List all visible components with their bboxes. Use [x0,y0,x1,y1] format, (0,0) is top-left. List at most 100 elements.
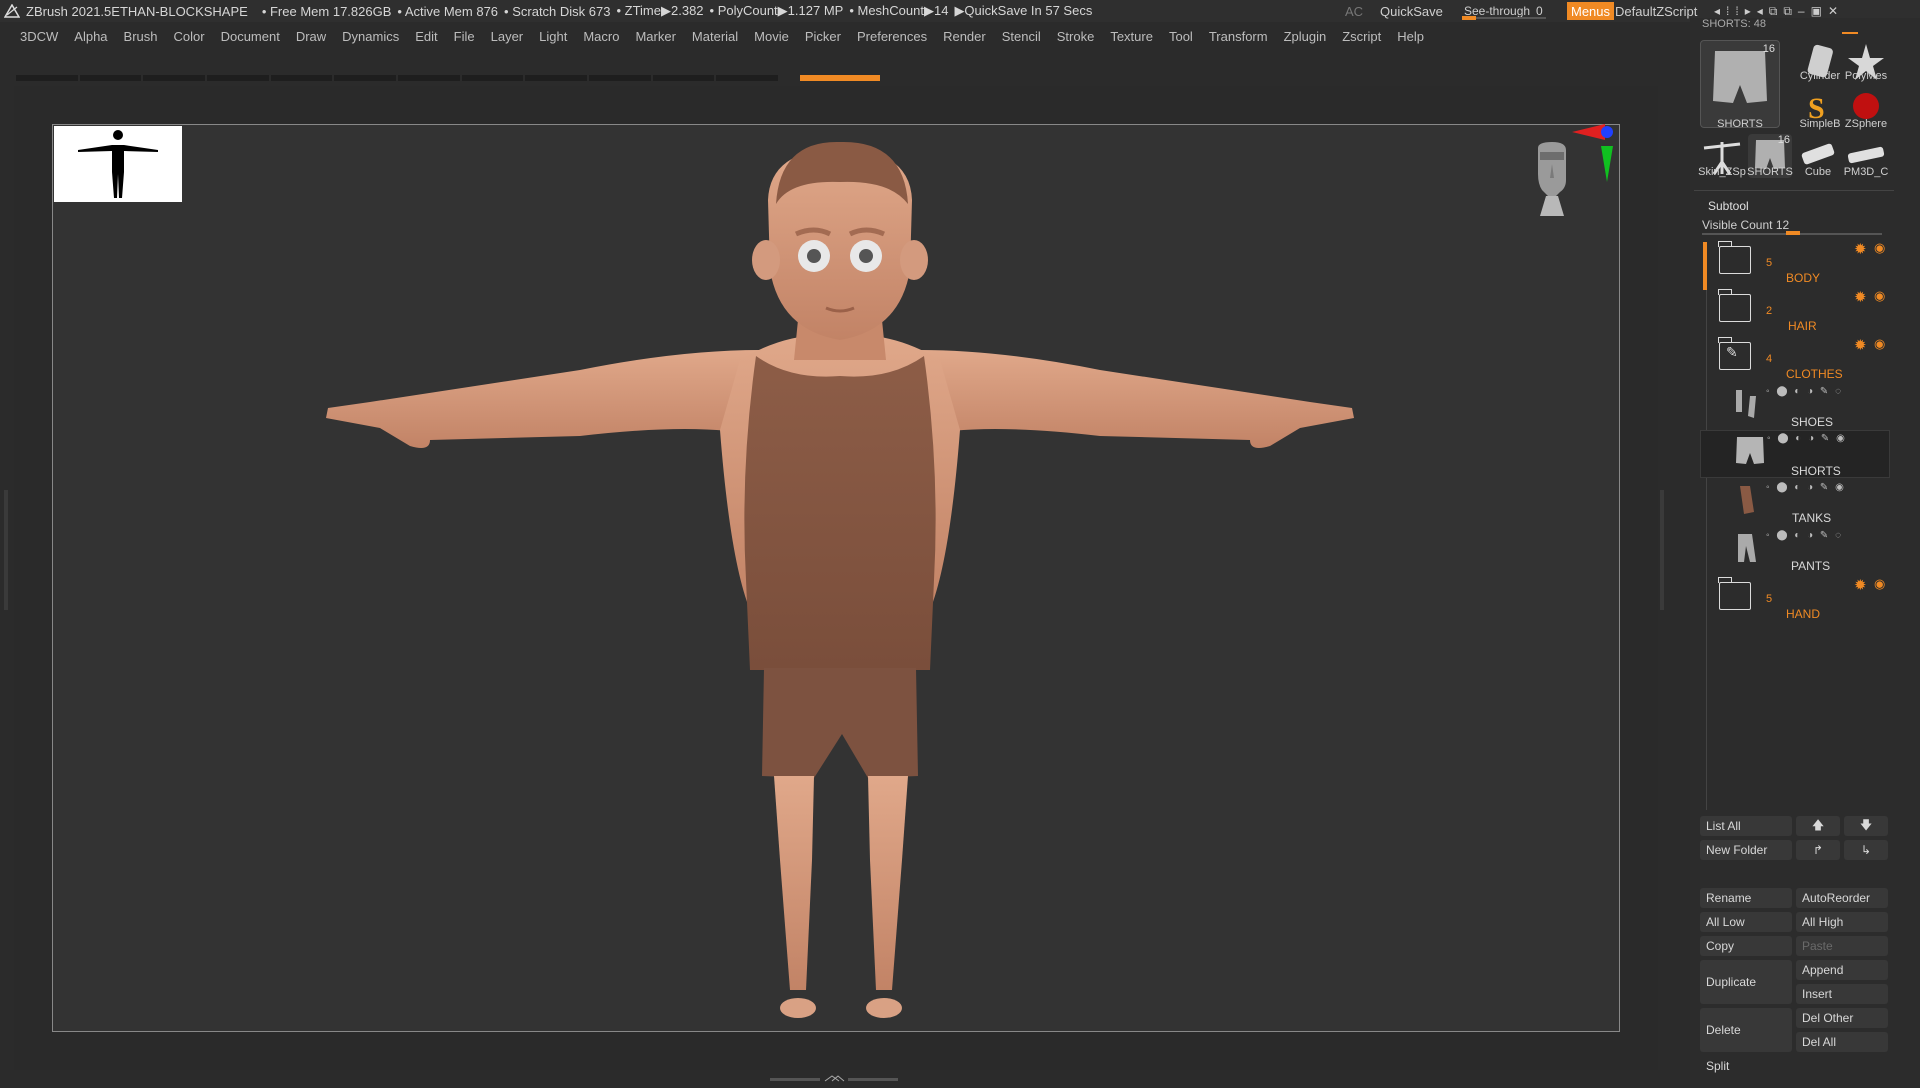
append-button[interactable]: Append [1796,960,1888,980]
subtool-row-shoes[interactable]: ◦ ⬤ ◐ ◑ ✎ ◌ SHOES [1700,384,1890,430]
new-folder-button[interactable]: New Folder [1700,840,1792,860]
active-shelf-tab[interactable] [800,75,881,81]
maximize-icon[interactable]: ▣ [1811,4,1828,18]
close-icon[interactable]: ✕ [1828,4,1844,18]
top-shelf [16,75,1072,81]
visible-count-knob[interactable] [1786,231,1800,235]
menu-light[interactable]: Light [531,29,575,44]
copy-window-icon[interactable]: ⧉ [1769,4,1784,19]
subtool-row-tanks[interactable]: ◦ ⬤ ◐ ◑ ✎ ◉ TANKS [1700,480,1890,526]
duplicate-button[interactable]: Duplicate [1700,960,1792,1004]
gear-icon[interactable]: ✹ [1854,336,1867,354]
subtool-row-clothes[interactable]: ✎ 4 CLOTHES ✹ ◉ [1700,336,1890,382]
all-high-button[interactable]: All High [1796,912,1888,932]
paste-button[interactable]: Paste [1796,936,1888,956]
eye-icon[interactable]: ◉ [1874,336,1885,352]
menu-preferences[interactable]: Preferences [849,29,935,44]
menu-texture[interactable]: Texture [1102,29,1161,44]
menu-color[interactable]: Color [166,29,213,44]
visible-count[interactable]: Visible Count 12 [1702,218,1789,232]
copy-button[interactable]: Copy [1700,936,1792,956]
move-down-button[interactable]: 🡇 [1844,816,1888,836]
bottom-tray-handle[interactable] [770,1070,900,1082]
menu-marker[interactable]: Marker [627,29,683,44]
subtool-option-icons[interactable]: ◦ ⬤ ◐ ◑ ✎ ◌ [1766,386,1843,397]
restore-icon[interactable]: ⧉ [1783,4,1798,19]
eye-icon[interactable]: ◉ [1874,240,1885,256]
menu-material[interactable]: Material [684,29,746,44]
menu-3dcw[interactable]: 3DCW [0,29,66,44]
layout-next-icon[interactable]: ⁞▸ [1735,4,1756,18]
del-other-button[interactable]: Del Other [1796,1008,1888,1028]
menu-transform[interactable]: Transform [1201,29,1276,44]
move-out-folder-button[interactable]: ↳ [1844,840,1888,860]
menus-toggle[interactable]: Menus [1567,2,1615,20]
eye-icon[interactable]: ◉ [1874,288,1885,304]
minimize-icon[interactable]: – [1798,4,1811,18]
subtool-row-body[interactable]: 5 BODY ✹ ◉ [1700,240,1890,286]
menu-macro[interactable]: Macro [575,29,627,44]
menu-document[interactable]: Document [213,29,288,44]
eye-icon[interactable]: ◉ [1874,576,1885,592]
menu-tool[interactable]: Tool [1161,29,1201,44]
subtool-row-pants[interactable]: ◦ ⬤ ◐ ◑ ✎ ◌ PANTS [1700,528,1890,574]
project-name: ETHAN-BLOCKSHAPE [111,3,248,19]
menu-edit[interactable]: Edit [407,29,445,44]
subtool-count: 4 [1766,353,1773,365]
quicksave-button[interactable]: QuickSave [1380,0,1443,22]
menu-render[interactable]: Render [935,29,994,44]
menu-draw[interactable]: Draw [288,29,334,44]
layout-prev-icon[interactable]: ◂⁞ [1714,4,1735,18]
subtool-row-shorts[interactable]: ◦ ⬤ ◐ ◑ ✎ ◉ SHORTS [1700,430,1890,478]
subtool-option-icons[interactable]: ◦ ⬤ ◐ ◑ ✎ ◌ [1766,530,1843,541]
menu-layer[interactable]: Layer [483,29,532,44]
subtool-header[interactable]: Subtool [1708,199,1749,213]
gear-icon[interactable]: ✹ [1854,288,1867,306]
subtool-name: SHORTS [1791,464,1841,478]
arrow-left-icon[interactable]: ◂ [1757,4,1769,18]
left-ear [752,240,780,280]
menu-help[interactable]: Help [1389,29,1432,44]
rename-button[interactable]: Rename [1700,888,1792,908]
current-tool-thumbnail[interactable]: 16 [1700,40,1780,128]
menu-movie[interactable]: Movie [746,29,797,44]
menu-picker[interactable]: Picker [797,29,849,44]
del-all-button[interactable]: Del All [1796,1032,1888,1052]
subtool-row-hair[interactable]: 2 HAIR ✹ ◉ [1700,288,1890,334]
menu-brush[interactable]: Brush [116,29,166,44]
split-menu-button[interactable]: Split [1700,1056,1888,1076]
head-gizmo-icon [1538,142,1566,216]
subtool-option-icons[interactable]: ◦ ⬤ ◐ ◑ ✎ ◉ [1767,433,1847,444]
left-tray-handle[interactable] [4,490,8,610]
insert-button[interactable]: Insert [1796,984,1888,1004]
menu-zscript[interactable]: Zscript [1334,29,1389,44]
move-into-folder-button[interactable]: ↱ [1796,840,1840,860]
menu-file[interactable]: File [446,29,483,44]
right-ear [900,240,928,280]
arrow-down-icon: 🡇 [1859,817,1873,832]
right-tray-handle[interactable] [1660,490,1664,610]
tool-label-shorts: SHORTS [1717,118,1763,130]
autoreorder-button[interactable]: AutoReorder [1796,888,1888,908]
subtool-row-hand[interactable]: 5 HAND ✹ ◉ [1700,576,1890,622]
gear-icon[interactable]: ✹ [1854,240,1867,258]
all-low-button[interactable]: All Low [1700,912,1792,932]
menu-stroke[interactable]: Stroke [1049,29,1103,44]
character-model[interactable] [320,140,1360,1030]
tool-label-cube: Cube [1804,166,1832,178]
menu-zplugin[interactable]: Zplugin [1276,29,1335,44]
orientation-gizmo[interactable] [1510,124,1620,254]
menu-alpha[interactable]: Alpha [66,29,115,44]
tool-label-zsphere: ZSphere [1844,118,1888,130]
left-arm [326,350,760,448]
subtool-option-icons[interactable]: ◦ ⬤ ◐ ◑ ✎ ◉ [1766,482,1846,493]
menu-stencil[interactable]: Stencil [994,29,1049,44]
move-up-button[interactable]: 🡅 [1796,816,1840,836]
default-zscript[interactable]: DefaultZScript [1615,0,1697,22]
left-foot [780,998,816,1018]
navigator-thumbnail[interactable] [54,126,182,202]
menu-dynamics[interactable]: Dynamics [334,29,407,44]
gear-icon[interactable]: ✹ [1854,576,1867,594]
list-all-button[interactable]: List All [1700,816,1792,836]
delete-button[interactable]: Delete [1700,1008,1792,1052]
